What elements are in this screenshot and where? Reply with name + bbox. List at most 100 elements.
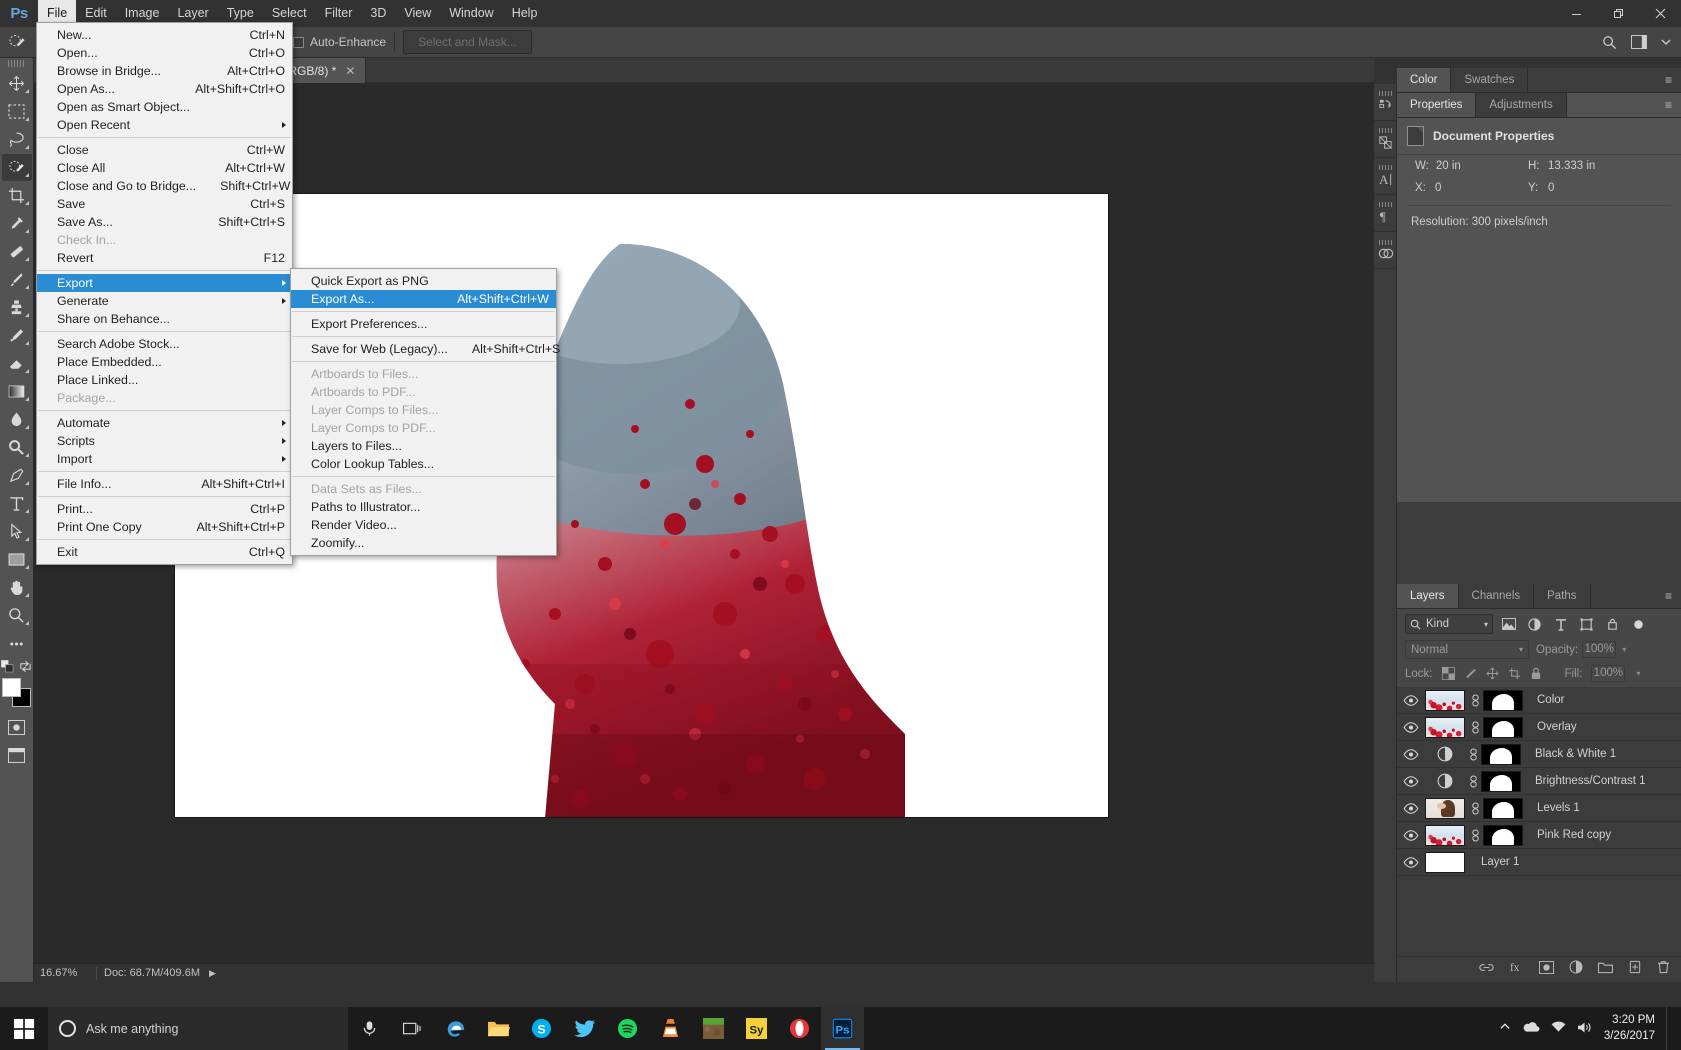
- close-tab-icon-active[interactable]: ✕: [345, 64, 355, 78]
- start-button[interactable]: [0, 1007, 48, 1050]
- quick-selection-tool[interactable]: [1, 154, 32, 181]
- export-submenu-quick-export-as-png[interactable]: Quick Export as PNG: [291, 272, 556, 290]
- healing-brush-tool[interactable]: [2, 238, 32, 265]
- layer-mask-thumbnail[interactable]: [1481, 770, 1521, 792]
- export-submenu-paths-to-illustrator[interactable]: Paths to Illustrator...: [291, 498, 556, 516]
- layer-visibility-eye-icon[interactable]: [1397, 721, 1425, 733]
- path-selection-tool[interactable]: [2, 518, 32, 545]
- lock-transparent-pixels-icon[interactable]: [1441, 667, 1455, 680]
- auto-enhance-checkbox[interactable]: Auto-Enhance: [293, 35, 386, 49]
- search-input[interactable]: Ask me anything: [48, 1007, 348, 1050]
- layer-mask-link-icon[interactable]: [1467, 721, 1483, 734]
- menu-filter[interactable]: Filter: [316, 0, 362, 27]
- layer-name[interactable]: Overlay: [1523, 721, 1577, 733]
- file-menu-print-one-copy[interactable]: Print One Copy Alt+Shift+Ctrl+P: [37, 518, 292, 536]
- opacity-value[interactable]: 100%: [1582, 641, 1617, 658]
- opera-icon[interactable]: [778, 1007, 821, 1050]
- new-layer-icon[interactable]: [1628, 960, 1642, 979]
- layer-mask-icon[interactable]: [1539, 960, 1554, 979]
- adjustment-layer-thumbnail[interactable]: [1425, 773, 1465, 789]
- file-menu-dropdown[interactable]: New... Ctrl+N Open... Ctrl+O Browse in Bridg…: [36, 22, 293, 565]
- layer-name[interactable]: Black & White 1: [1521, 748, 1616, 760]
- pixel-filter-icon[interactable]: [1498, 618, 1519, 630]
- file-menu-open[interactable]: Open... Ctrl+O: [37, 44, 292, 62]
- task-view-icon[interactable]: [391, 1007, 434, 1050]
- lock-position-icon[interactable]: [1486, 667, 1499, 680]
- default-colors-icon[interactable]: [0, 659, 14, 678]
- crop-tool[interactable]: [2, 182, 32, 209]
- file-menu-close-all[interactable]: Close All Alt+Ctrl+W: [37, 159, 292, 177]
- adjustment-layer-thumbnail[interactable]: [1425, 746, 1465, 762]
- layer-mask-link-icon[interactable]: [1467, 829, 1483, 842]
- layer-mask-link-icon[interactable]: [1465, 775, 1481, 788]
- eyedropper-tool[interactable]: [2, 210, 32, 237]
- actions-icon[interactable]: [1374, 121, 1397, 158]
- layer-visibility-eye-icon[interactable]: [1397, 748, 1425, 760]
- rectangle-tool[interactable]: [2, 546, 32, 573]
- link-layers-icon[interactable]: [1479, 961, 1494, 979]
- fill-chevron-icon[interactable]: ▾: [1636, 669, 1640, 678]
- type-filter-icon[interactable]: [1550, 618, 1571, 631]
- toolbar-grip[interactable]: [7, 60, 26, 67]
- adjustment-filter-icon[interactable]: [1524, 617, 1545, 631]
- move-tool[interactable]: [2, 70, 32, 97]
- history-brush-tool[interactable]: [2, 322, 32, 349]
- layer-visibility-eye-icon[interactable]: [1397, 775, 1425, 787]
- eraser-tool[interactable]: [2, 350, 32, 377]
- export-submenu-render-video[interactable]: Render Video...: [291, 516, 556, 534]
- file-menu-save[interactable]: Save Ctrl+S: [37, 195, 292, 213]
- layer-mask-link-icon[interactable]: [1467, 802, 1483, 815]
- file-menu-open-as[interactable]: Open As... Alt+Shift+Ctrl+O: [37, 80, 292, 98]
- tab-color[interactable]: Color: [1397, 68, 1452, 92]
- tab-adjustments[interactable]: Adjustments: [1476, 93, 1567, 117]
- layer-thumbnail[interactable]: [1425, 824, 1465, 846]
- tab-properties[interactable]: Properties: [1397, 93, 1477, 117]
- blur-tool[interactable]: [2, 406, 32, 433]
- file-menu-import[interactable]: Import: [37, 450, 292, 468]
- tab-swatches[interactable]: Swatches: [1451, 68, 1529, 92]
- vlc-icon[interactable]: [649, 1007, 692, 1050]
- layer-thumbnail[interactable]: [1425, 689, 1465, 711]
- tab-channels[interactable]: Channels: [1459, 584, 1535, 608]
- skype-icon[interactable]: S: [520, 1007, 563, 1050]
- file-menu-file-info[interactable]: File Info... Alt+Shift+Ctrl+I: [37, 475, 292, 493]
- layer-mask-thumbnail[interactable]: [1483, 716, 1523, 738]
- auto-enhance-checkbox-box[interactable]: [293, 36, 304, 48]
- layer-name[interactable]: Pink Red copy: [1523, 829, 1611, 841]
- zoom-tool[interactable]: [2, 602, 32, 629]
- blend-mode-select[interactable]: Normal ▾: [1405, 640, 1529, 659]
- file-menu-export[interactable]: Export: [37, 274, 292, 292]
- cortana-mic-icon[interactable]: [348, 1007, 391, 1050]
- quick-mask-mode-tool[interactable]: [2, 714, 32, 741]
- export-submenu-save-for-web-legacy-[interactable]: Save for Web (Legacy)... Alt+Shift+Ctrl+S: [291, 340, 560, 358]
- history-icon[interactable]: [1374, 84, 1397, 121]
- type-tool[interactable]: [2, 490, 32, 517]
- file-menu-place-embedded[interactable]: Place Embedded...: [37, 353, 292, 371]
- lock-all-icon[interactable]: [1530, 667, 1542, 680]
- layer-row[interactable]: Layer 1: [1397, 849, 1681, 876]
- dodge-tool[interactable]: [2, 434, 32, 461]
- layer-thumbnail[interactable]: [1425, 716, 1465, 738]
- minecraft-icon[interactable]: [692, 1007, 735, 1050]
- pen-tool[interactable]: [2, 462, 32, 489]
- clone-stamp-tool[interactable]: [2, 294, 32, 321]
- menu-3d[interactable]: 3D: [361, 0, 395, 27]
- file-menu-save-as[interactable]: Save As... Shift+Ctrl+S: [37, 213, 292, 231]
- network-icon[interactable]: [1551, 1021, 1566, 1036]
- y-value[interactable]: 0: [1548, 182, 1554, 194]
- layer-thumbnail[interactable]: [1425, 797, 1465, 819]
- creative-cloud-libraries-icon[interactable]: [1374, 232, 1397, 269]
- layer-mask-thumbnail[interactable]: [1483, 689, 1523, 711]
- gradient-tool[interactable]: [2, 378, 32, 405]
- file-menu-open-as-smart-object[interactable]: Open as Smart Object...: [37, 98, 292, 116]
- new-group-icon[interactable]: [1598, 961, 1613, 979]
- hand-tool[interactable]: [2, 574, 32, 601]
- volume-icon[interactable]: [1577, 1021, 1593, 1037]
- layer-row[interactable]: Overlay: [1397, 714, 1681, 741]
- file-menu-revert[interactable]: Revert F12: [37, 249, 292, 267]
- sy-app-icon[interactable]: Sy: [735, 1007, 778, 1050]
- delete-layer-icon[interactable]: [1657, 960, 1670, 979]
- quick-selection-tool-icon[interactable]: [0, 27, 34, 58]
- file-menu-browse-in-bridge[interactable]: Browse in Bridge... Alt+Ctrl+O: [37, 62, 292, 80]
- twitter-icon[interactable]: [563, 1007, 606, 1050]
